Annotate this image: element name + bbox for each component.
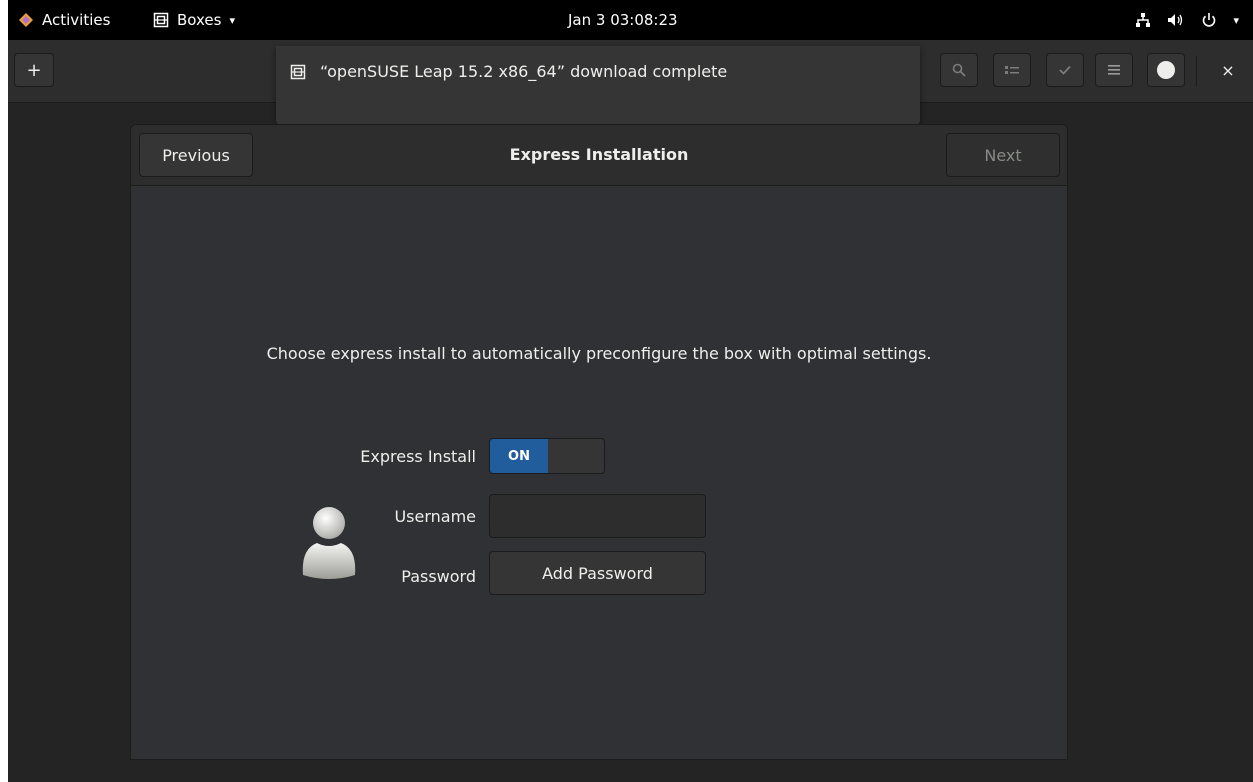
checkmark-icon [1059,65,1071,75]
add-password-button[interactable]: Add Password [489,551,706,595]
activities-label: Activities [42,11,111,29]
previous-button[interactable]: Previous [139,133,253,177]
chevron-down-icon: ▾ [1233,13,1239,27]
app-menu[interactable]: Boxes ▾ [153,0,235,40]
username-field[interactable] [489,494,706,538]
activities-icon [19,13,33,27]
search-icon [952,63,966,77]
desktop: Activities Boxes ▾ Jan 3 03:08:23 ▾ + × … [8,0,1253,782]
express-install-switch[interactable]: ON [489,438,605,474]
clock-label: Jan 3 03:08:23 [568,11,678,29]
password-label: Password [401,567,476,586]
status-button[interactable] [1147,53,1185,87]
switch-on-label: ON [490,439,548,473]
dialog-title: Express Installation [509,145,689,164]
download-notification: “openSUSE Leap 15.2 x86_64” download com… [276,46,920,126]
search-button[interactable] [940,53,978,87]
next-button[interactable]: Next [946,133,1060,177]
express-install-description: Choose express install to automatically … [266,344,932,363]
app-menu-label: Boxes [177,11,222,29]
express-install-dialog: Previous Express Installation Next Choos… [130,124,1068,760]
boxes-icon [153,12,169,28]
network-icon [1136,13,1151,27]
volume-icon [1168,14,1183,26]
dialog-header: Previous Express Installation Next [131,125,1067,186]
chevron-down-icon: ▾ [229,13,235,27]
notification-message: “openSUSE Leap 15.2 x86_64” download com… [320,62,728,81]
activities-button[interactable]: Activities [18,0,110,40]
top-bar: Activities Boxes ▾ Jan 3 03:08:23 ▾ [8,0,1253,40]
selection-mode-button[interactable] [1046,53,1084,87]
hamburger-menu-icon [1108,65,1120,75]
list-view-button[interactable] [993,53,1031,87]
clock[interactable]: Jan 3 03:08:23 [568,0,678,40]
system-menu[interactable]: ▾ [1135,0,1239,40]
header-separator [1196,56,1197,86]
boxes-icon [290,64,306,80]
new-box-button[interactable]: + [14,53,54,87]
express-install-label: Express Install [360,447,476,466]
power-icon [1203,13,1216,27]
list-view-icon [1005,66,1019,74]
menu-button[interactable] [1095,53,1133,87]
close-window-button[interactable]: × [1211,53,1245,87]
username-label: Username [394,507,476,526]
circle-icon [1157,61,1175,79]
